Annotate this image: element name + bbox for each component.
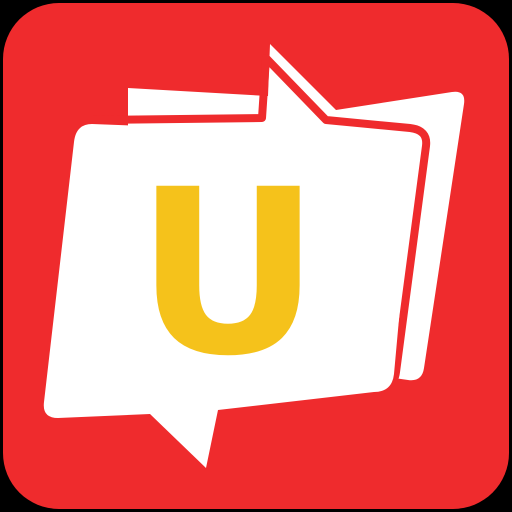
- app-icon-graphic: U: [3, 3, 509, 509]
- logo-letter-u: U: [135, 140, 320, 406]
- app-icon: U: [0, 0, 512, 512]
